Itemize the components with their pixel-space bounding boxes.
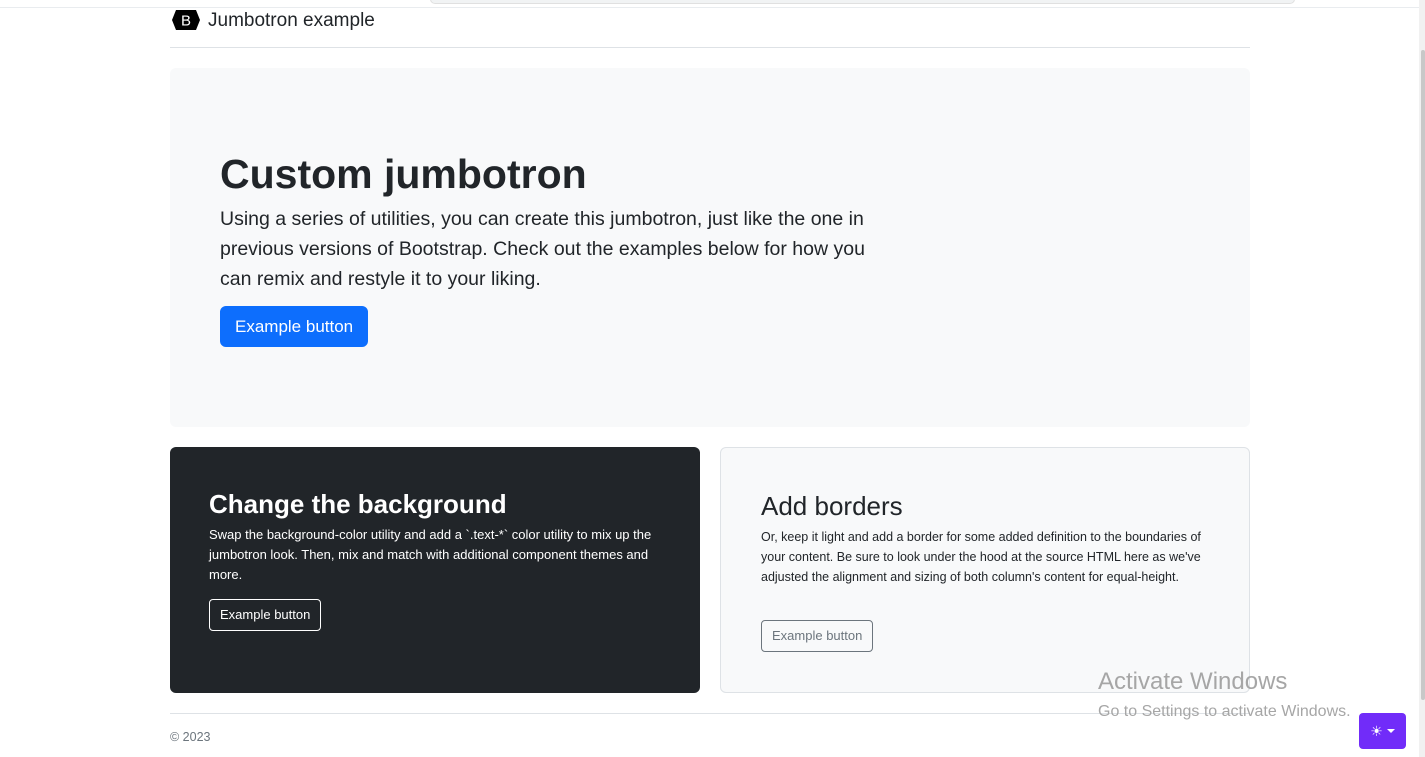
jumbotron-example-button[interactable]: Example button <box>220 306 369 347</box>
light-card-text: Or, keep it light and add a border for s… <box>761 530 1201 584</box>
dark-card: Change the background Swap the backgroun… <box>170 447 700 693</box>
sun-icon: ☀ <box>1370 723 1383 739</box>
dark-card-example-button[interactable]: Example button <box>209 599 322 631</box>
address-bar-edge <box>430 0 1295 4</box>
brand-title[interactable]: Jumbotron example <box>208 9 375 33</box>
page-footer: © 2023 <box>170 713 1250 757</box>
light-card: Add borders Or, keep it light and add a … <box>720 447 1250 693</box>
jumbotron: Custom jumbotron Using a series of utili… <box>170 68 1250 427</box>
bootstrap-logo-icon[interactable]: B <box>170 8 202 32</box>
scrollbar-thumb[interactable] <box>1421 50 1425 700</box>
chevron-down-icon <box>1386 729 1395 733</box>
logo-letter: B <box>181 13 191 30</box>
dark-card-heading: Change the background <box>209 489 507 519</box>
light-card-example-button[interactable]: Example button <box>761 620 874 652</box>
jumbotron-text: Using a series of utilities, you can cre… <box>220 208 865 290</box>
copyright-text: © 2023 <box>170 730 211 744</box>
theme-toggle-button[interactable]: ☀ <box>1359 713 1406 749</box>
browser-top-strip <box>0 0 1425 8</box>
jumbotron-heading: Custom jumbotron <box>220 151 587 197</box>
page-scrollbar[interactable] <box>1419 0 1425 757</box>
dark-card-text: Swap the background-color utility and ad… <box>209 527 652 582</box>
light-card-heading: Add borders <box>761 491 903 521</box>
page-header: B Jumbotron example <box>170 8 1250 48</box>
